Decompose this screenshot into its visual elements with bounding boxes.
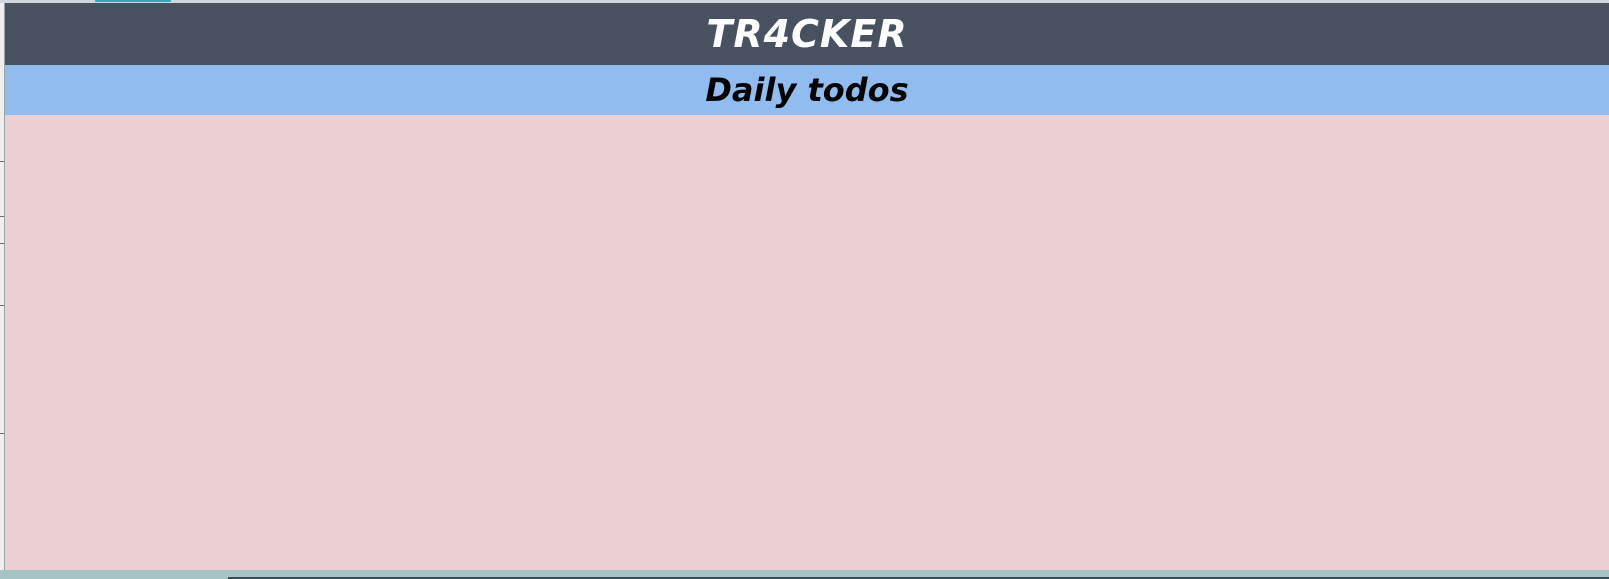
rail-tick (0, 161, 4, 162)
tracker-app: TR4CKER Daily todos (5, 3, 1609, 570)
daily-todos-header: Daily todos (5, 65, 1609, 115)
rail-tick (0, 305, 4, 306)
rail-tick (0, 216, 4, 217)
todo-list (5, 115, 1609, 570)
app-header: TR4CKER (5, 3, 1609, 65)
section-title: Daily todos (705, 71, 909, 109)
active-tab-indicator (95, 0, 171, 2)
rail-tick (0, 243, 4, 244)
rail-tick (0, 433, 4, 434)
app-title: TR4CKER (706, 12, 908, 56)
